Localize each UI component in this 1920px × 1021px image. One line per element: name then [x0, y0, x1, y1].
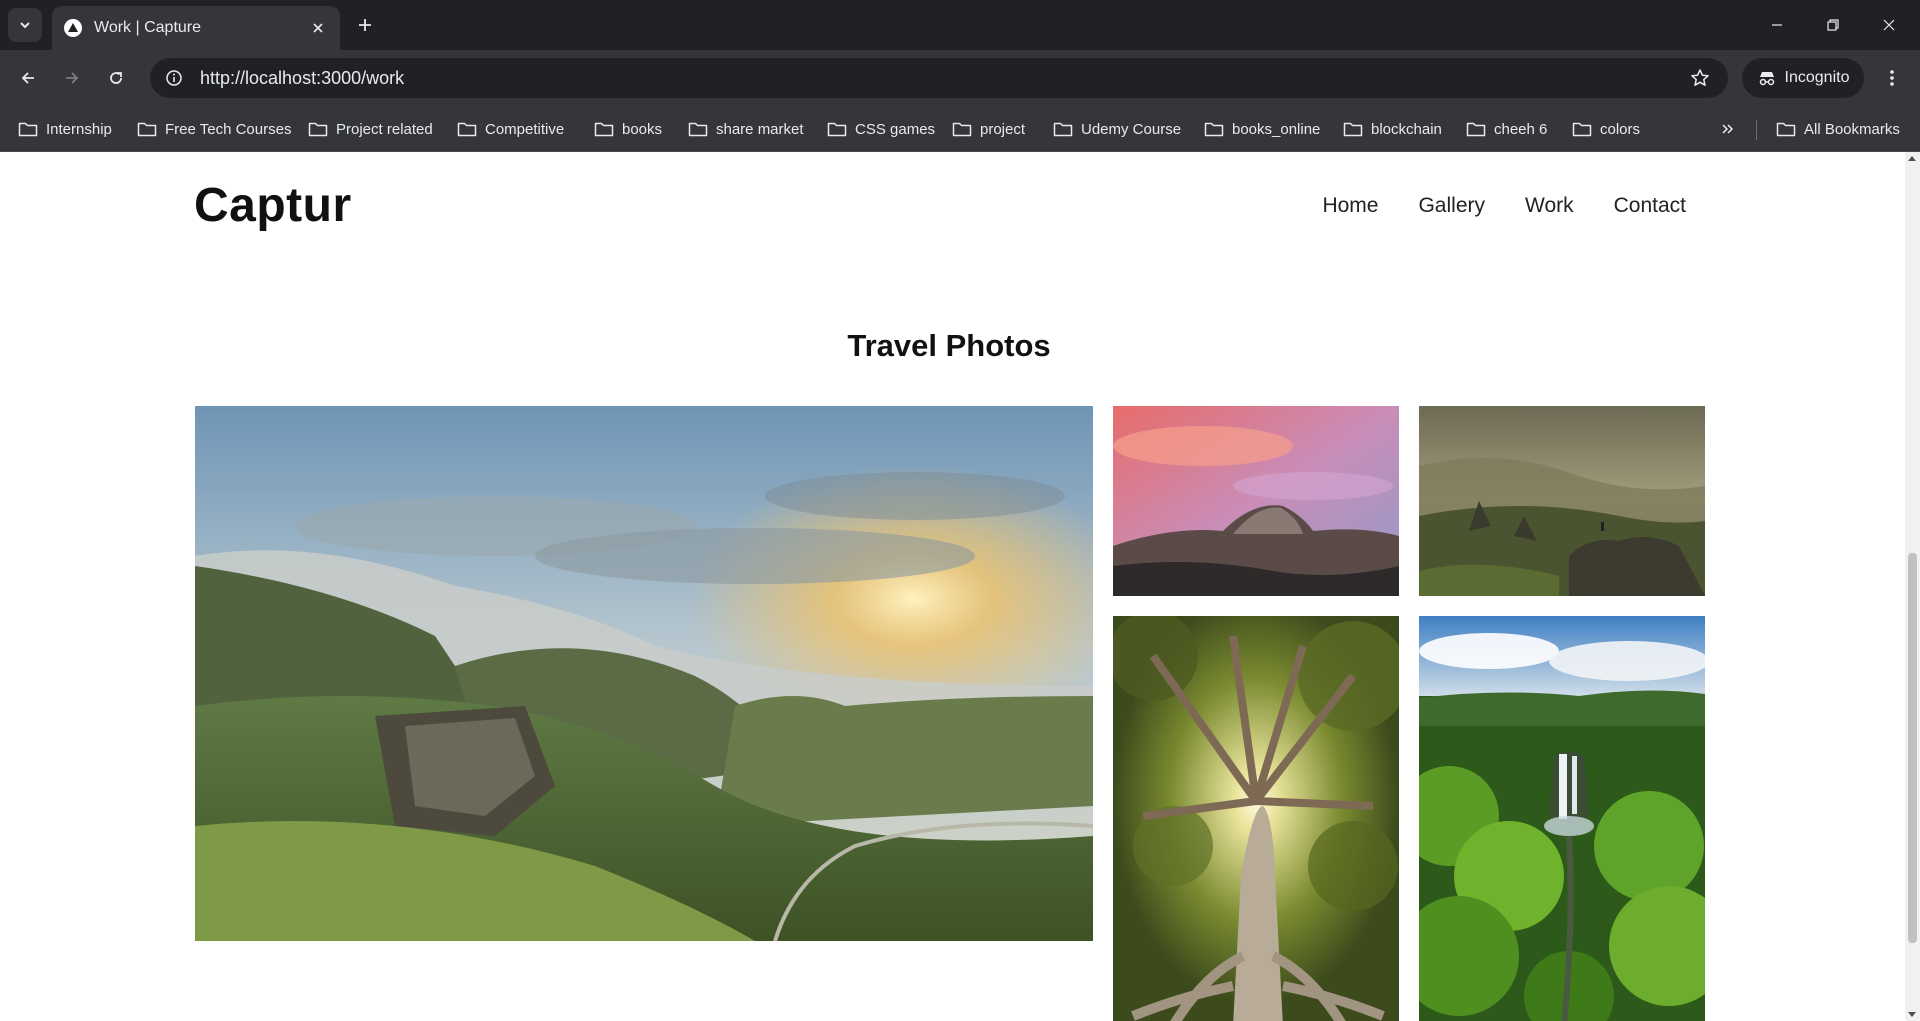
folder-icon [827, 122, 847, 137]
bookmark-folder-11[interactable]: cheeh 6 [1466, 114, 1547, 144]
bookmark-folder-10[interactable]: blockchain [1343, 114, 1442, 144]
folder-icon [308, 122, 328, 137]
bookmark-label: colors [1600, 120, 1641, 138]
folder-icon [1053, 122, 1073, 137]
nav-link-contact[interactable]: Contact [1614, 194, 1686, 218]
address-bar[interactable]: http://localhost:3000/work [150, 58, 1728, 98]
plus-icon [359, 19, 371, 31]
scrollbar-thumb[interactable] [1908, 553, 1917, 943]
forward-button[interactable] [56, 62, 88, 94]
bookmark-star-button[interactable] [1680, 58, 1720, 98]
bookmark-folder-4[interactable]: books [594, 114, 662, 144]
bookmarks-divider [1756, 120, 1757, 140]
close-icon [313, 23, 323, 33]
folder-icon [952, 122, 972, 137]
bookmark-label: share market [716, 120, 804, 138]
reload-icon [110, 72, 122, 84]
restore-icon [1827, 19, 1839, 31]
scroll-down-arrow-icon[interactable] [1908, 1012, 1916, 1017]
bookmark-folder-3[interactable]: Competitive [457, 114, 564, 144]
folder-icon [1572, 122, 1592, 137]
photo-valley[interactable] [195, 406, 1093, 941]
bookmark-label: Internship [46, 120, 112, 138]
folder-icon [137, 122, 157, 137]
bookmark-folder-12[interactable]: colors [1572, 114, 1640, 144]
close-window-button[interactable] [1866, 8, 1912, 42]
site-nav: Home Gallery Work Contact [1322, 194, 1686, 218]
bookmark-label: books_online [1232, 120, 1321, 138]
bookmark-folder-5[interactable]: share market [688, 114, 804, 144]
arrow-left-icon [21, 72, 34, 84]
more-bookmarks-button[interactable] [1714, 116, 1740, 142]
bookmark-label: Udemy Course [1081, 120, 1182, 138]
nav-link-work[interactable]: Work [1525, 194, 1574, 218]
photo-cliff-hiker[interactable] [1419, 406, 1705, 596]
bookmark-folder-9[interactable]: books_online [1204, 114, 1320, 144]
bookmark-label: Competitive [485, 120, 565, 138]
all-bookmarks-label: All Bookmarks [1804, 120, 1900, 138]
tab-search-button[interactable] [8, 8, 42, 42]
more-vertical-icon [1890, 70, 1894, 86]
star-icon [1691, 69, 1709, 86]
active-tab[interactable]: Work | Capture [52, 6, 340, 50]
folder-icon [1343, 122, 1363, 137]
browser-menu-button[interactable] [1876, 62, 1908, 94]
close-icon [1883, 19, 1895, 31]
nav-link-home[interactable]: Home [1322, 194, 1378, 218]
bookmark-folder-6[interactable]: CSS games [827, 114, 935, 144]
photo-tree-sunburst[interactable] [1113, 616, 1399, 1021]
incognito-label: Incognito [1784, 69, 1850, 86]
nav-link-gallery[interactable]: Gallery [1418, 194, 1485, 218]
restore-button[interactable] [1810, 8, 1856, 42]
bookmark-folder-0[interactable]: Internship [18, 114, 112, 144]
tab-close-button[interactable] [308, 18, 328, 38]
folder-icon [457, 122, 477, 137]
page-scrollbar[interactable] [1905, 152, 1920, 1021]
browser-toolbar: http://localhost:3000/work Incognito [0, 50, 1920, 106]
folder-icon [18, 122, 38, 137]
double-chevron-right-icon [1722, 124, 1734, 134]
tab-strip: Work | Capture [0, 0, 1920, 50]
new-tab-button[interactable] [352, 12, 378, 38]
folder-icon [1204, 122, 1224, 137]
minimize-button[interactable] [1754, 8, 1800, 42]
folder-icon [1776, 122, 1796, 137]
minimize-icon [1772, 24, 1782, 26]
site-logo[interactable]: Captur [194, 178, 352, 233]
bookmark-label: CSS games [855, 120, 936, 138]
bookmark-folder-1[interactable]: Free Tech Courses [137, 114, 291, 144]
back-button[interactable] [12, 62, 44, 94]
photo-sunset-dome[interactable] [1113, 406, 1399, 596]
page-viewport: Captur Home Gallery Work Contact Travel … [0, 152, 1920, 1021]
all-bookmarks-button[interactable]: All Bookmarks [1776, 114, 1900, 144]
scroll-up-arrow-icon[interactable] [1908, 156, 1916, 161]
bookmark-folder-2[interactable]: Project related [308, 114, 433, 144]
bookmark-folder-7[interactable]: project [952, 114, 1025, 144]
incognito-icon [1759, 72, 1774, 86]
folder-icon [688, 122, 708, 137]
folder-icon [594, 122, 614, 137]
bookmark-folder-8[interactable]: Udemy Course [1053, 114, 1181, 144]
favicon-icon [64, 19, 82, 37]
bookmarks-bar: All Bookmarks Internship Free Tech Course… [0, 106, 1920, 152]
photo-aerial-waterfall[interactable] [1419, 616, 1705, 1021]
folder-icon [1466, 122, 1486, 137]
bookmark-label: cheeh 6 [1494, 120, 1548, 138]
incognito-badge[interactable]: Incognito [1742, 58, 1864, 98]
reload-button[interactable] [100, 62, 132, 94]
info-icon [166, 70, 182, 86]
arrow-right-icon [66, 72, 79, 84]
bookmark-label: blockchain [1371, 120, 1442, 138]
section-title: Travel Photos [847, 328, 1051, 363]
bookmark-label: Project related [336, 120, 433, 138]
tab-title: Work | Capture [94, 19, 202, 36]
url-text[interactable]: http://localhost:3000/work [200, 68, 1680, 89]
chevron-down-icon [20, 22, 30, 29]
bookmark-label: project [980, 120, 1026, 138]
bookmark-label: books [622, 120, 663, 138]
bookmark-label: Free Tech Courses [165, 120, 292, 138]
site-info-button[interactable] [154, 58, 194, 98]
